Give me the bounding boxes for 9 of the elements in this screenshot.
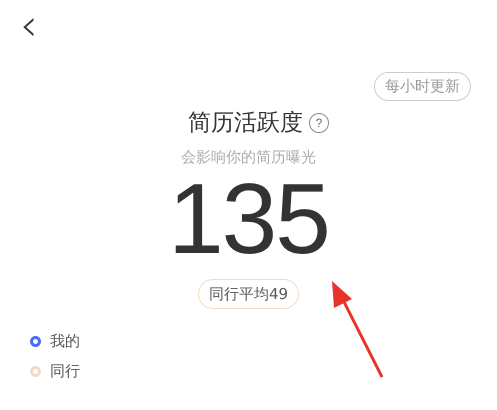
page-title: 简历活跃度 <box>188 109 303 138</box>
peer-average-badge: 同行平均49 <box>198 279 300 309</box>
back-button[interactable]: ‹ <box>16 6 42 46</box>
help-icon[interactable]: ? <box>309 112 329 132</box>
legend-label: 我的 <box>50 331 80 351</box>
subtitle: 会影响你的简历曝光 <box>180 148 317 167</box>
legend-label: 同行 <box>50 361 80 381</box>
score-value: 135 <box>167 171 330 267</box>
update-badge: 每小时更新 <box>374 72 471 101</box>
